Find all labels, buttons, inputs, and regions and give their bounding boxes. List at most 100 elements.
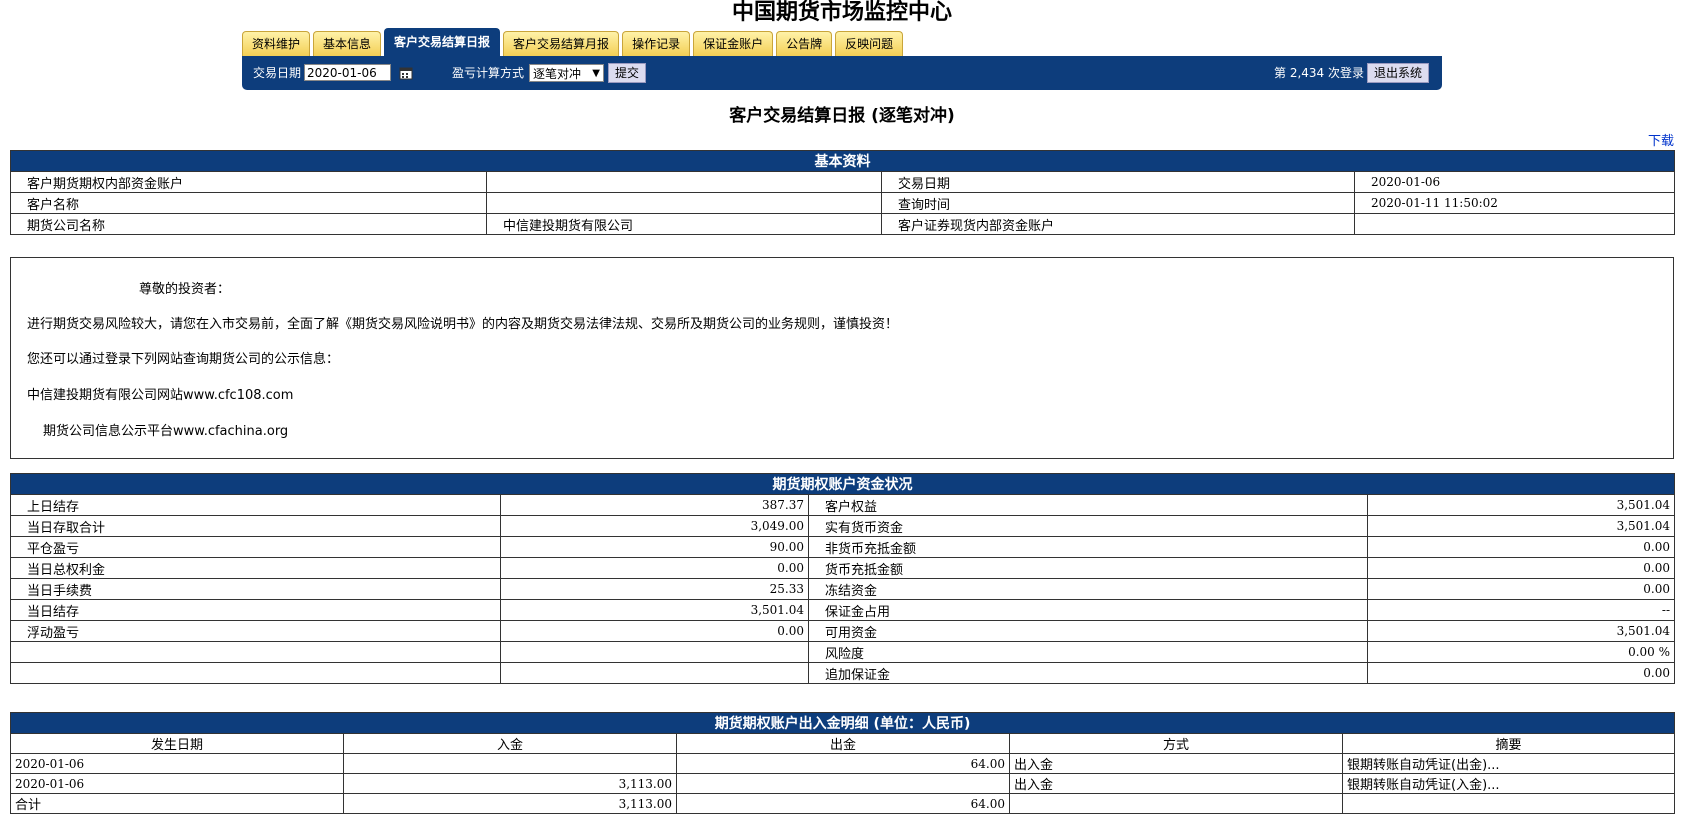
table-row: 客户期货期权内部资金账户 交易日期 2020-01-06 — [10, 171, 1675, 193]
fund-value: 0.00 % — [1367, 641, 1675, 663]
table-row: 上日结存 387.37 客户权益 3,501.04 — [10, 494, 1675, 516]
fund-label: 当日结存 — [10, 599, 501, 621]
fund-value: 3,501.04 — [1367, 620, 1675, 642]
table-row: 当日存取合计 3,049.00 实有货币资金 3,501.04 — [10, 515, 1675, 537]
funds-header: 期货期权账户资金状况 — [10, 473, 1675, 495]
notice-line: 进行期货交易风险较大，请您在入市交易前，全面了解《期货交易风险说明书》的内容及期… — [27, 317, 899, 332]
notice-line: 中信建投期货有限公司网站www.cfc108.com — [27, 388, 294, 403]
logout-button[interactable]: 退出系统 — [1367, 63, 1430, 83]
table-row: 客户名称 查询时间 2020-01-11 11:50:02 — [10, 192, 1675, 214]
fund-label: 浮动盈亏 — [10, 620, 501, 642]
fund-label: 当日手续费 — [10, 578, 501, 600]
cell-in: 3,113.00 — [343, 773, 677, 794]
transfers-header: 期货期权账户出入金明细 (单位：人民币) — [9, 712, 1676, 734]
fund-value — [500, 641, 809, 663]
fund-value: 0.00 — [1367, 578, 1675, 600]
table-row: 风险度 0.00 % — [10, 641, 1675, 663]
column-header: 出金 — [676, 733, 1010, 754]
notice-greeting: 尊敬的投资者： — [139, 282, 231, 297]
tab-daily-report[interactable]: 客户交易结算日报 — [384, 28, 501, 56]
info-label: 客户期货期权内部资金账户 — [10, 171, 487, 193]
info-value — [486, 192, 882, 214]
notice-line: 期货公司信息公示平台www.cfachina.org — [43, 424, 289, 439]
fund-value: -- — [1367, 599, 1675, 621]
table-row: 当日手续费 25.33 冻结资金 0.00 — [10, 578, 1675, 600]
trade-date-input[interactable]: 2020-01-06 — [304, 64, 391, 81]
table-row: 追加保证金 0.00 — [10, 662, 1675, 684]
table-row: 平仓盈亏 90.00 非货币充抵金额 0.00 — [10, 536, 1675, 558]
fund-value: 0.00 — [1367, 557, 1675, 579]
column-header: 方式 — [1009, 733, 1343, 754]
tab-feedback[interactable]: 反映问题 — [835, 31, 904, 56]
fund-value: 0.00 — [500, 620, 809, 642]
submit-button[interactable]: 提交 — [608, 63, 647, 83]
cell-empty — [1009, 793, 1343, 814]
calc-method-value: 逐笔对冲 — [533, 67, 582, 81]
fund-label: 实有货币资金 — [808, 515, 1368, 537]
table-row: 2020-01-06 64.00 出入金 银期转账自动凭证(出金)... — [10, 753, 1676, 774]
fund-label: 货币充抵金额 — [808, 557, 1368, 579]
fund-label: 客户权益 — [808, 494, 1368, 516]
info-label: 期货公司名称 — [10, 213, 487, 235]
table-row: 当日结存 3,501.04 保证金占用 -- — [10, 599, 1675, 621]
fund-label: 非货币充抵金额 — [808, 536, 1368, 558]
cell-date: 2020-01-06 — [10, 753, 344, 774]
tab-data-maintenance[interactable]: 资料维护 — [242, 31, 311, 56]
info-label: 客户证券现货内部资金账户 — [881, 213, 1355, 235]
fund-label: 当日总权利金 — [10, 557, 501, 579]
fund-value: 3,501.04 — [1367, 494, 1675, 516]
toolbar: 交易日期 2020-01-06 盈亏计算方式 逐笔对冲 ▼ 提交 第 2,434… — [242, 56, 1442, 90]
info-value: 中信建投期货有限公司 — [486, 213, 882, 235]
tab-bulletin[interactable]: 公告牌 — [776, 31, 833, 56]
table-row: 浮动盈亏 0.00 可用资金 3,501.04 — [10, 620, 1675, 642]
notice-line: 您还可以通过登录下列网站查询期货公司的公示信息： — [27, 352, 340, 367]
cell-method: 出入金 — [1009, 773, 1343, 794]
basic-info-table: 基本资料 客户期货期权内部资金账户 交易日期 2020-01-06 客户名称 查… — [10, 150, 1675, 235]
fund-label: 可用资金 — [808, 620, 1368, 642]
total-out: 64.00 — [676, 793, 1010, 814]
fund-value: 90.00 — [500, 536, 809, 558]
cell-out — [676, 773, 1010, 794]
fund-label: 平仓盈亏 — [10, 536, 501, 558]
fund-value: 3,049.00 — [500, 515, 809, 537]
info-label: 查询时间 — [881, 192, 1355, 214]
info-label: 客户名称 — [10, 192, 487, 214]
tab-monthly-report[interactable]: 客户交易结算月报 — [503, 31, 620, 56]
fund-value: 0.00 — [1367, 662, 1675, 684]
fund-label: 追加保证金 — [808, 662, 1368, 684]
tab-basic-info[interactable]: 基本信息 — [313, 31, 382, 56]
column-header: 摘要 — [1341, 733, 1676, 754]
total-label: 合计 — [10, 793, 344, 814]
total-in: 3,113.00 — [343, 793, 677, 814]
transfers-table: 期货期权账户出入金明细 (单位：人民币) 发生日期 入金 出金 方式 摘要 20… — [9, 712, 1676, 814]
cell-out: 64.00 — [676, 753, 1010, 774]
calendar-icon[interactable] — [399, 66, 413, 80]
download-link[interactable]: 下载 — [1648, 130, 1674, 149]
fund-label: 风险度 — [808, 641, 1368, 663]
calc-method-label: 盈亏计算方式 — [452, 66, 525, 80]
table-row: 当日总权利金 0.00 货币充抵金额 0.00 — [10, 557, 1675, 579]
funds-table: 期货期权账户资金状况 上日结存 387.37 客户权益 3,501.04 当日存取合计… — [10, 473, 1675, 684]
cell-method: 出入金 — [1009, 753, 1343, 774]
tab-margin-account[interactable]: 保证金账户 — [693, 31, 774, 56]
cell-in — [343, 753, 677, 774]
site-title: 中国期货市场监控中心 — [731, 0, 952, 25]
fund-value: 3,501.04 — [500, 599, 809, 621]
chevron-down-icon: ▼ — [592, 68, 600, 79]
fund-label: 保证金占用 — [808, 599, 1368, 621]
login-count: 第 2,434 次登录 — [1274, 66, 1364, 80]
cell-memo: 银期转账自动凭证(出金)... — [1341, 753, 1676, 774]
tab-operation-log[interactable]: 操作记录 — [622, 31, 691, 56]
report-title: 客户交易结算日报 (逐笔对冲) — [729, 106, 955, 126]
table-total-row: 合计 3,113.00 64.00 — [10, 793, 1676, 814]
fund-value: 3,501.04 — [1367, 515, 1675, 537]
column-header: 入金 — [343, 733, 677, 754]
cell-memo: 银期转账自动凭证(入金)... — [1341, 773, 1676, 794]
calc-method-select[interactable]: 逐笔对冲 ▼ — [529, 64, 604, 82]
column-header: 发生日期 — [10, 733, 344, 754]
fund-label: 上日结存 — [10, 494, 501, 516]
cell-empty — [1341, 793, 1676, 814]
info-value — [486, 171, 882, 193]
fund-value: 0.00 — [500, 557, 809, 579]
info-value: 2020-01-06 — [1354, 171, 1675, 193]
